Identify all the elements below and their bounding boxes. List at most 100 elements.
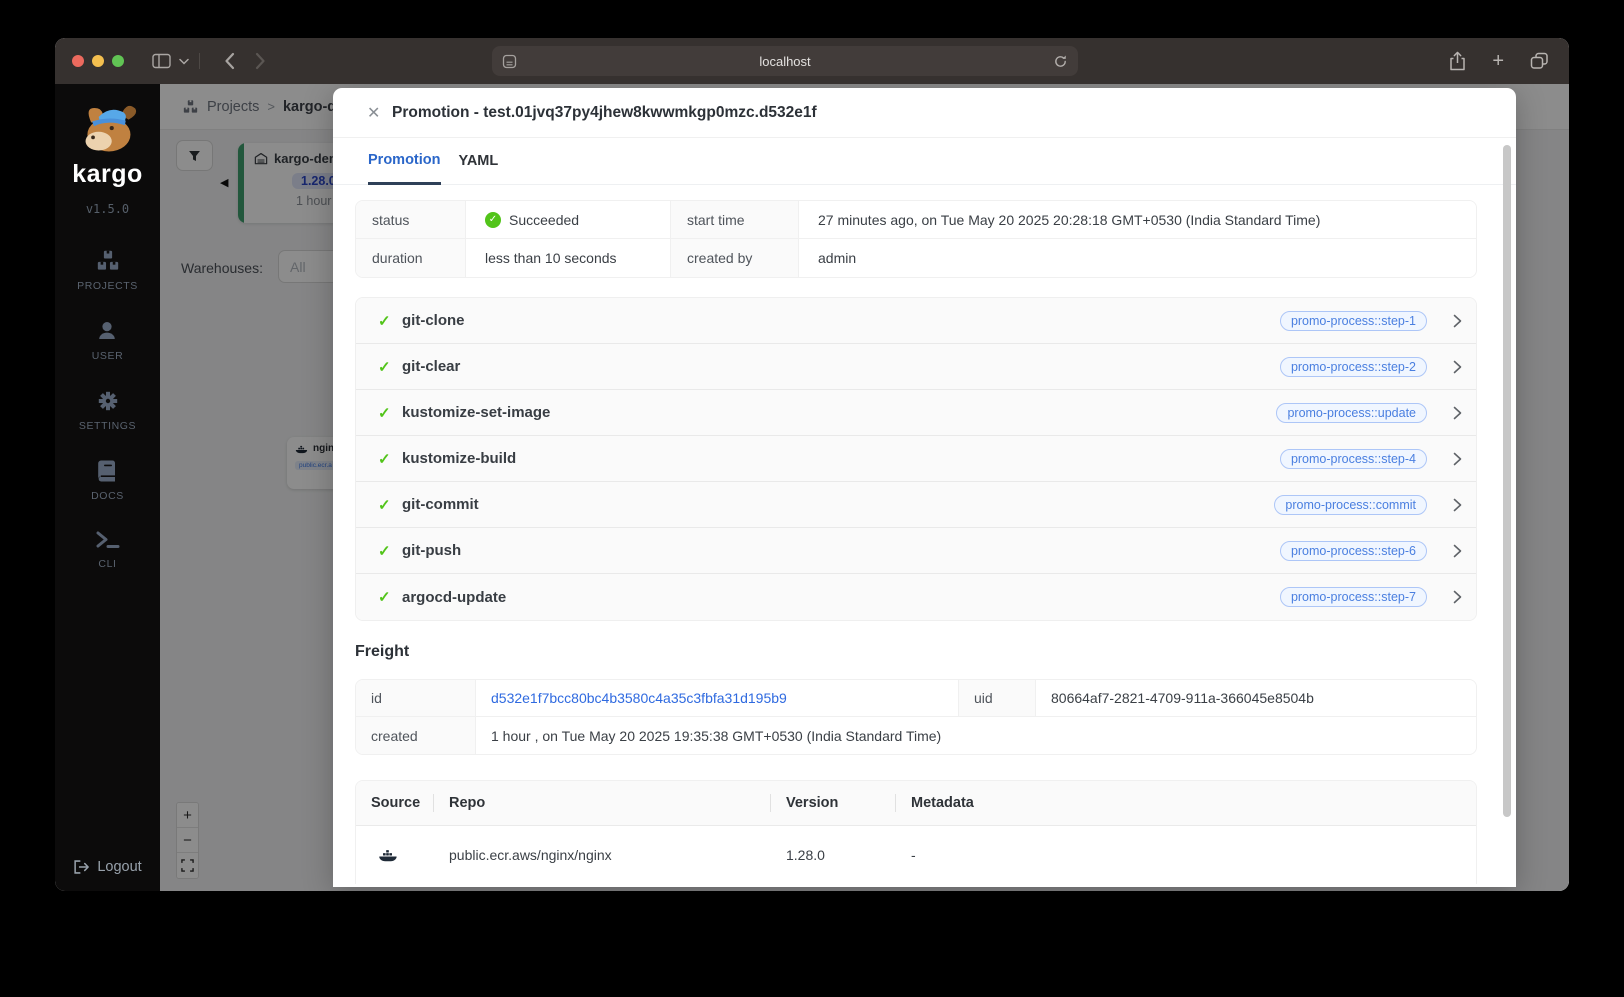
step-badge: promo-process::step-1 — [1279, 310, 1427, 331]
freight-id-link[interactable]: d532e1f7bcc80bc4b3580c4a35c3fbfa31d195b9 — [491, 690, 787, 706]
freight-created-label: created — [356, 717, 476, 754]
info-label: start time — [671, 201, 799, 239]
chevron-right-icon[interactable] — [1453, 452, 1462, 466]
sidebar-item-user[interactable]: USER — [92, 319, 124, 362]
modal-body: status ✓ Succeeded start time 27 minutes… — [333, 185, 1516, 884]
app-main: Projects > kargo-de ◀ kargo-dem 1.28.0 1… — [160, 84, 1569, 891]
back-button[interactable] — [224, 52, 235, 70]
sidebar-item-docs[interactable]: DOCS — [91, 459, 124, 502]
step-name: kustomize-build — [402, 450, 517, 467]
browser-window: localhost + kargo v1.5.0 PROJECTS USER S… — [55, 38, 1569, 891]
column-header-version: Version — [771, 781, 896, 825]
source-type-cell — [356, 826, 434, 884]
address-bar[interactable]: localhost — [492, 46, 1078, 76]
step-row-argocd-update[interactable]: ✓ argocd-update promo-process::step-7 — [356, 574, 1476, 620]
version-cell: 1.28.0 — [786, 847, 825, 863]
chevron-right-icon[interactable] — [1453, 544, 1462, 558]
sidebar-toggle-icon[interactable] — [152, 53, 171, 69]
freight-info-table: id d532e1f7bcc80bc4b3580c4a35c3fbfa31d19… — [355, 679, 1477, 755]
promotion-steps-list: ✓ git-clone promo-process::step-1 ✓ git-… — [355, 297, 1477, 621]
step-name: git-push — [402, 542, 462, 559]
new-tab-button[interactable]: + — [1492, 51, 1504, 71]
sidebar-item-label: DOCS — [91, 490, 124, 502]
step-name: git-clear — [402, 358, 461, 375]
terminal-icon — [95, 529, 121, 551]
maximize-window-button[interactable] — [112, 55, 124, 67]
promotion-modal: ✕ Promotion - test.01jvq37py4jhew8kwwmkg… — [333, 88, 1516, 887]
table-row: public.ecr.aws/nginx/nginx 1.28.0 - — [356, 826, 1476, 884]
close-window-button[interactable] — [72, 55, 84, 67]
metadata-cell: - — [911, 847, 916, 863]
close-icon[interactable]: ✕ — [367, 103, 383, 123]
sidebar-item-projects[interactable]: PROJECTS — [77, 249, 138, 292]
column-header-metadata: Metadata — [911, 795, 974, 811]
check-icon: ✓ — [378, 542, 391, 560]
step-row-git-clear[interactable]: ✓ git-clear promo-process::step-2 — [356, 344, 1476, 390]
promotion-info-table: status ✓ Succeeded start time 27 minutes… — [355, 200, 1477, 278]
info-label: status — [356, 201, 466, 239]
projects-icon — [95, 249, 121, 273]
step-row-git-clone[interactable]: ✓ git-clone promo-process::step-1 — [356, 298, 1476, 344]
chevron-down-icon[interactable] — [179, 58, 189, 65]
step-name: git-clone — [402, 312, 465, 329]
step-row-kustomize-set-image[interactable]: ✓ kustomize-set-image promo-process::upd… — [356, 390, 1476, 436]
column-header-repo: Repo — [434, 781, 771, 825]
freight-created-value: 1 hour , on Tue May 20 2025 19:35:38 GMT… — [476, 717, 1476, 754]
chevron-right-icon[interactable] — [1453, 590, 1462, 604]
tab-yaml[interactable]: YAML — [459, 138, 499, 184]
start-time-value: 27 minutes ago, on Tue May 20 2025 20:28… — [799, 201, 1476, 239]
status-text: Succeeded — [509, 211, 580, 228]
step-row-git-push[interactable]: ✓ git-push promo-process::step-6 — [356, 528, 1476, 574]
step-name: kustomize-set-image — [402, 404, 551, 421]
minimize-window-button[interactable] — [92, 55, 104, 67]
step-row-kustomize-build[interactable]: ✓ kustomize-build promo-process::step-4 — [356, 436, 1476, 482]
modal-title: Promotion - test.01jvq37py4jhew8kwwmkgp0… — [392, 103, 817, 121]
repo-cell: public.ecr.aws/nginx/nginx — [449, 847, 612, 863]
reader-icon[interactable] — [502, 54, 517, 69]
info-label: duration — [356, 239, 466, 277]
modal-scrollbar-thumb[interactable] — [1503, 145, 1511, 817]
book-icon — [97, 459, 119, 483]
sidebar-item-settings[interactable]: SETTINGS — [79, 389, 136, 432]
tab-promotion[interactable]: Promotion — [368, 138, 441, 185]
sidebar-item-label: USER — [91, 350, 124, 362]
screenshot-root: localhost + kargo v1.5.0 PROJECTS USER S… — [0, 0, 1624, 997]
url-text[interactable]: localhost — [517, 54, 1053, 69]
share-icon[interactable] — [1449, 51, 1466, 71]
info-label: created by — [671, 239, 799, 277]
freight-id-label: id — [356, 680, 476, 717]
freight-uid-label: uid — [959, 680, 1036, 717]
step-badge: promo-process::step-4 — [1279, 448, 1427, 469]
reload-icon[interactable] — [1053, 54, 1068, 69]
freight-id-value: d532e1f7bcc80bc4b3580c4a35c3fbfa31d195b9 — [476, 680, 959, 717]
source-table-header: Source Repo Version Metadata — [356, 781, 1476, 826]
user-icon — [95, 319, 119, 343]
chevron-right-icon[interactable] — [1453, 314, 1462, 328]
chevron-right-icon[interactable] — [1453, 406, 1462, 420]
modal-tabs: Promotion YAML — [333, 138, 1516, 185]
check-icon: ✓ — [378, 312, 391, 330]
column-header-source: Source — [356, 781, 434, 825]
browser-toolbar: localhost + — [55, 38, 1569, 84]
kargo-logo-icon — [72, 100, 144, 158]
check-icon: ✓ — [378, 358, 391, 376]
freight-uid-value: 80664af7-2821-4709-911a-366045e8504b — [1036, 680, 1476, 717]
freight-heading: Freight — [355, 643, 410, 660]
step-row-git-commit[interactable]: ✓ git-commit promo-process::commit — [356, 482, 1476, 528]
modal-header: ✕ Promotion - test.01jvq37py4jhew8kwwmkg… — [333, 88, 1516, 138]
sidebar-item-label: SETTINGS — [78, 420, 137, 432]
chevron-right-icon[interactable] — [1453, 498, 1462, 512]
step-badge: promo-process::step-2 — [1279, 356, 1427, 377]
toolbar-divider — [199, 53, 200, 69]
sidebar-item-cli[interactable]: CLI — [95, 529, 121, 570]
forward-button[interactable] — [255, 52, 266, 70]
duration-value: less than 10 seconds — [466, 239, 671, 277]
sidebar-item-label: CLI — [98, 558, 117, 570]
docker-icon — [378, 847, 398, 863]
brand-name: kargo — [72, 160, 143, 188]
logout-button[interactable]: Logout — [73, 859, 142, 875]
app-sidebar: kargo v1.5.0 PROJECTS USER SETTINGS DOCS… — [55, 84, 160, 891]
chevron-right-icon[interactable] — [1453, 360, 1462, 374]
tab-overview-icon[interactable] — [1530, 52, 1549, 70]
step-badge: promo-process::step-6 — [1279, 540, 1427, 561]
